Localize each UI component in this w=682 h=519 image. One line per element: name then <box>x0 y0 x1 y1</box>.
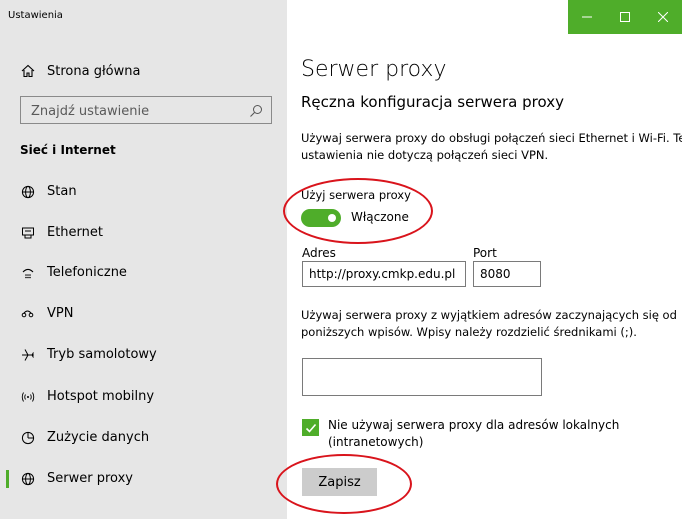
exceptions-textarea[interactable] <box>302 358 542 396</box>
section-header: Sieć i Internet <box>20 143 116 157</box>
vpn-icon <box>20 306 36 322</box>
app-title: Ustawienia <box>8 10 63 21</box>
save-button[interactable]: Zapisz <box>302 468 377 496</box>
dialup-icon <box>20 265 36 281</box>
sidebar-item-label: Serwer proxy <box>47 471 133 486</box>
checkmark-icon <box>305 423 316 433</box>
home-icon <box>20 63 36 79</box>
use-proxy-toggle[interactable] <box>301 209 341 227</box>
local-addresses-checkbox[interactable] <box>302 419 319 436</box>
sidebar-item-ethernet[interactable]: Ethernet <box>0 216 287 250</box>
toggle-state-label: Włączone <box>351 210 409 224</box>
port-label: Port <box>473 246 497 260</box>
sidebar-item-label: Tryb samolotowy <box>47 347 157 362</box>
proxy-description: Używaj serwera proxy do obsługi połączeń… <box>301 131 682 162</box>
exceptions-description: Używaj serwera proxy z wyjątkiem adresów… <box>301 308 677 339</box>
sidebar-item-label: Zużycie danych <box>47 430 150 445</box>
sidebar-item-hotspot[interactable]: Hotspot mobilny <box>0 380 287 414</box>
sidebar-item-label: Hotspot mobilny <box>47 389 155 404</box>
page-subtitle: Ręczna konfiguracja serwera proxy <box>301 93 564 111</box>
toggle-knob <box>328 214 336 222</box>
search-box[interactable] <box>20 96 272 125</box>
sidebar-item-data-usage[interactable]: Zużycie danych <box>0 421 287 455</box>
page-title: Serwer proxy <box>301 57 447 82</box>
local-addresses-label: Nie używaj serwera proxy dla adresów lok… <box>328 418 620 449</box>
address-label: Adres <box>302 246 336 260</box>
airplane-icon <box>20 347 36 363</box>
sidebar-item-airplane[interactable]: Tryb samolotowy <box>0 338 287 372</box>
main-content: Serwer proxy Ręczna konfiguracja serwera… <box>287 0 682 519</box>
address-field[interactable] <box>302 261 466 287</box>
ethernet-icon <box>20 225 36 241</box>
hotspot-icon <box>20 389 36 405</box>
globe-icon <box>20 184 36 200</box>
globe-icon <box>20 471 36 487</box>
search-input[interactable] <box>21 97 243 125</box>
sidebar-item-proxy[interactable]: Serwer proxy <box>0 462 287 496</box>
search-icon[interactable] <box>249 103 263 117</box>
sidebar-item-label: Telefoniczne <box>47 265 127 280</box>
sidebar-item-label: Strona główna <box>47 63 141 79</box>
sidebar-item-label: Ethernet <box>47 225 103 240</box>
use-proxy-label: Użyj serwera proxy <box>301 188 411 202</box>
port-field[interactable] <box>473 261 541 287</box>
sidebar-item-stan[interactable]: Stan <box>0 175 287 209</box>
data-usage-icon <box>20 430 36 446</box>
active-indicator <box>6 470 9 488</box>
sidebar-item-home[interactable]: Strona główna <box>0 56 287 86</box>
sidebar: Ustawienia Strona główna Sieć i Internet… <box>0 0 287 519</box>
sidebar-item-vpn[interactable]: VPN <box>0 297 287 331</box>
sidebar-item-label: Stan <box>47 184 77 199</box>
sidebar-item-label: VPN <box>47 306 74 321</box>
sidebar-item-telefoniczne[interactable]: Telefoniczne <box>0 256 287 290</box>
